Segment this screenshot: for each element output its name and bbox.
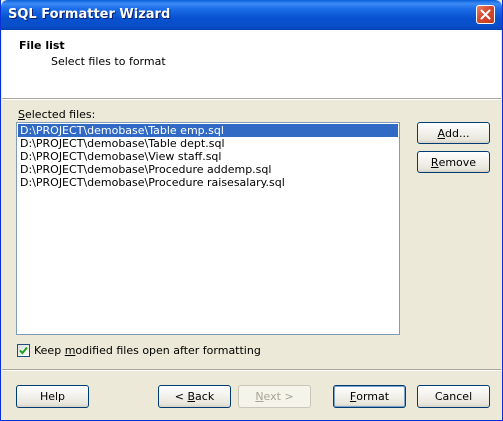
wizard-window: SQL Formatter Wizard File list Select fi… (0, 0, 503, 421)
back-button[interactable]: < Back (158, 385, 231, 408)
keep-open-checkbox[interactable] (17, 344, 30, 357)
title-bar[interactable]: SQL Formatter Wizard (1, 0, 502, 30)
window-title: SQL Formatter Wizard (8, 7, 171, 22)
help-button[interactable]: Help (16, 385, 89, 408)
list-item[interactable]: D:\PROJECT\demobase\Procedure raisesalar… (18, 176, 398, 189)
format-button[interactable]: Format (333, 385, 406, 408)
footer-divider (2, 369, 501, 371)
header-subtitle: Select files to format (51, 55, 166, 68)
selected-files-label: Selected files: (18, 108, 96, 121)
cancel-button[interactable]: Cancel (417, 385, 490, 408)
selected-files-list[interactable]: D:\PROJECT\demobase\Table emp.sql D:\PRO… (16, 122, 400, 335)
close-icon (480, 9, 491, 20)
next-button[interactable]: Next > (238, 385, 311, 408)
list-item[interactable]: D:\PROJECT\demobase\Table dept.sql (18, 137, 398, 150)
header-title: File list (19, 39, 65, 52)
list-item[interactable]: D:\PROJECT\demobase\Table emp.sql (18, 124, 398, 137)
keep-open-label[interactable]: Keep modified files open after formattin… (34, 344, 261, 357)
header-divider (2, 98, 501, 100)
wizard-header: File list Select files to format (2, 30, 501, 98)
remove-button[interactable]: Remove (417, 151, 490, 173)
add-button[interactable]: Add... (417, 122, 490, 144)
list-item[interactable]: D:\PROJECT\demobase\View staff.sql (18, 150, 398, 163)
checkmark-icon (19, 346, 28, 355)
list-item[interactable]: D:\PROJECT\demobase\Procedure addemp.sql (18, 163, 398, 176)
close-button[interactable] (476, 5, 495, 24)
